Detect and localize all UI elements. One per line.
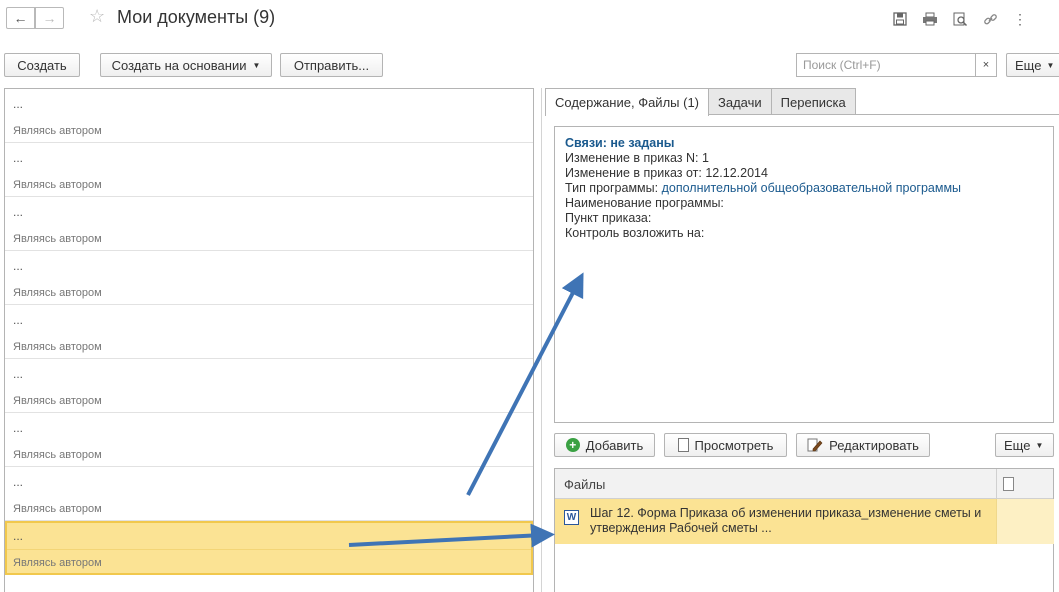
list-item[interactable]: ... Являясь автором — [5, 251, 533, 305]
edit-label: Редактировать — [829, 437, 919, 453]
column-divider — [996, 469, 997, 499]
files-more-button[interactable]: Еще ▼ — [995, 433, 1054, 457]
document-title: ... — [13, 151, 24, 165]
forward-button[interactable]: → — [35, 7, 64, 29]
dropdown-arrow-icon: ▼ — [1035, 440, 1044, 450]
search-input[interactable] — [796, 53, 976, 77]
files-table: Файлы W Шаг 12. Форма Приказа об изменен… — [554, 468, 1054, 592]
arrow-right-icon: → — [42, 10, 57, 26]
document-role: Являясь автором — [13, 449, 102, 461]
files-table-header: Файлы — [555, 469, 1053, 499]
send-button[interactable]: Отправить... — [280, 53, 383, 77]
links-status[interactable]: Связи: не заданы — [565, 136, 1043, 151]
preview-icon[interactable] — [951, 10, 969, 28]
document-role: Являясь автором — [13, 179, 102, 191]
documents-list: ... Являясь автором ... Являясь автором ..… — [4, 88, 534, 592]
row-divider — [7, 549, 531, 550]
tab-correspondence[interactable]: Переписка — [770, 88, 856, 115]
create-based-on-label: Создать на основании — [111, 57, 247, 73]
field-label: Тип программы: — [565, 181, 662, 195]
list-item[interactable]: ... Являясь автором — [5, 143, 533, 197]
field-value: 12.12.2014 — [705, 166, 768, 180]
title-bar: ← → ☆ Мои документы (9) ⋮ — [0, 0, 1059, 40]
document-icon — [677, 438, 689, 452]
field-label: Контроль возложить на: — [565, 226, 705, 240]
field-label: Изменение в приказ N: — [565, 151, 702, 165]
document-role: Являясь автором — [13, 503, 102, 515]
files-column-header[interactable]: Файлы — [564, 477, 605, 492]
file-document-icon — [1003, 477, 1014, 491]
print-icon[interactable] — [921, 10, 939, 28]
word-icon: W — [564, 510, 579, 525]
files-more-label: Еще — [1004, 437, 1031, 453]
file-extra-cell — [996, 499, 1054, 544]
more-label: Еще — [1015, 57, 1042, 73]
link-icon[interactable] — [981, 10, 999, 28]
field-label: Пункт приказа: — [565, 211, 652, 225]
window-actions: ⋮ — [891, 10, 1029, 28]
document-role: Являясь автором — [13, 287, 102, 299]
document-title: ... — [13, 529, 24, 543]
content-line: Тип программы: дополнительной общеобразо… — [565, 181, 1043, 196]
tab-content-files[interactable]: Содержание, Файлы (1) — [545, 88, 710, 116]
content-line: Контроль возложить на: — [565, 226, 1043, 241]
list-item[interactable]: ... Являясь автором — [5, 359, 533, 413]
document-title: ... — [13, 97, 24, 111]
field-value: 1 — [701, 151, 709, 165]
content-line: Изменение в приказ N: 1 — [565, 151, 1043, 166]
document-content: Связи: не заданы Изменение в приказ N: 1… — [554, 126, 1054, 423]
document-role: Являясь автором — [13, 395, 102, 407]
list-item-selected[interactable]: ... Являясь автором — [5, 521, 533, 575]
add-label: Добавить — [585, 437, 644, 453]
save-icon[interactable] — [891, 10, 909, 28]
list-item[interactable]: ... Являясь автором — [5, 467, 533, 521]
more-vertical-icon[interactable]: ⋮ — [1011, 10, 1029, 28]
create-button[interactable]: Создать — [4, 53, 80, 77]
list-item[interactable]: ... Являясь автором — [5, 413, 533, 467]
dropdown-arrow-icon: ▼ — [252, 60, 261, 70]
view-file-button[interactable]: Просмотреть — [664, 433, 787, 457]
document-title: ... — [13, 421, 24, 435]
document-title: ... — [13, 475, 24, 489]
create-based-on-button[interactable]: Создать на основании ▼ — [100, 53, 272, 77]
field-label: Наименование программы: — [565, 196, 724, 210]
table-row[interactable]: W Шаг 12. Форма Приказа об изменении при… — [555, 499, 1054, 544]
list-item[interactable]: ... Являясь автором — [5, 305, 533, 359]
view-label: Просмотреть — [694, 437, 774, 453]
file-name: Шаг 12. Форма Приказа об изменении прика… — [590, 506, 982, 535]
document-title: ... — [13, 367, 24, 381]
add-file-button[interactable]: + Добавить — [554, 433, 655, 457]
arrow-left-icon: ← — [13, 10, 28, 26]
content-line: Наименование программы: — [565, 196, 1043, 211]
more-button[interactable]: Еще ▼ — [1006, 53, 1059, 77]
list-item[interactable]: ... Являясь автором — [5, 197, 533, 251]
document-role: Являясь автором — [13, 557, 102, 569]
detail-tabs: Содержание, Файлы (1) Задачи Переписка — [545, 88, 856, 116]
list-item[interactable]: ... Являясь автором — [5, 89, 533, 143]
document-role: Являясь автором — [13, 125, 102, 137]
page-title: Мои документы (9) — [117, 7, 276, 27]
document-title: ... — [13, 313, 24, 327]
field-label: Изменение в приказ от: — [565, 166, 706, 180]
tab-tasks[interactable]: Задачи — [708, 88, 772, 115]
back-button[interactable]: ← — [6, 7, 35, 29]
content-line: Изменение в приказ от: 12.12.2014 — [565, 166, 1043, 181]
content-line: Пункт приказа: — [565, 211, 1043, 226]
document-title: ... — [13, 205, 24, 219]
dropdown-arrow-icon: ▼ — [1046, 60, 1055, 70]
document-role: Являясь автором — [13, 341, 102, 353]
document-role: Являясь автором — [13, 233, 102, 245]
document-title: ... — [13, 259, 24, 273]
favorite-star-icon[interactable]: ☆ — [89, 6, 105, 27]
program-type-link[interactable]: дополнительной общеобразовательной прогр… — [662, 181, 961, 195]
edit-document-icon — [807, 438, 823, 452]
plus-icon: + — [565, 438, 580, 452]
edit-file-button[interactable]: Редактировать — [796, 433, 930, 457]
search-clear-button[interactable]: × — [975, 53, 997, 77]
panel-splitter[interactable] — [541, 88, 542, 592]
